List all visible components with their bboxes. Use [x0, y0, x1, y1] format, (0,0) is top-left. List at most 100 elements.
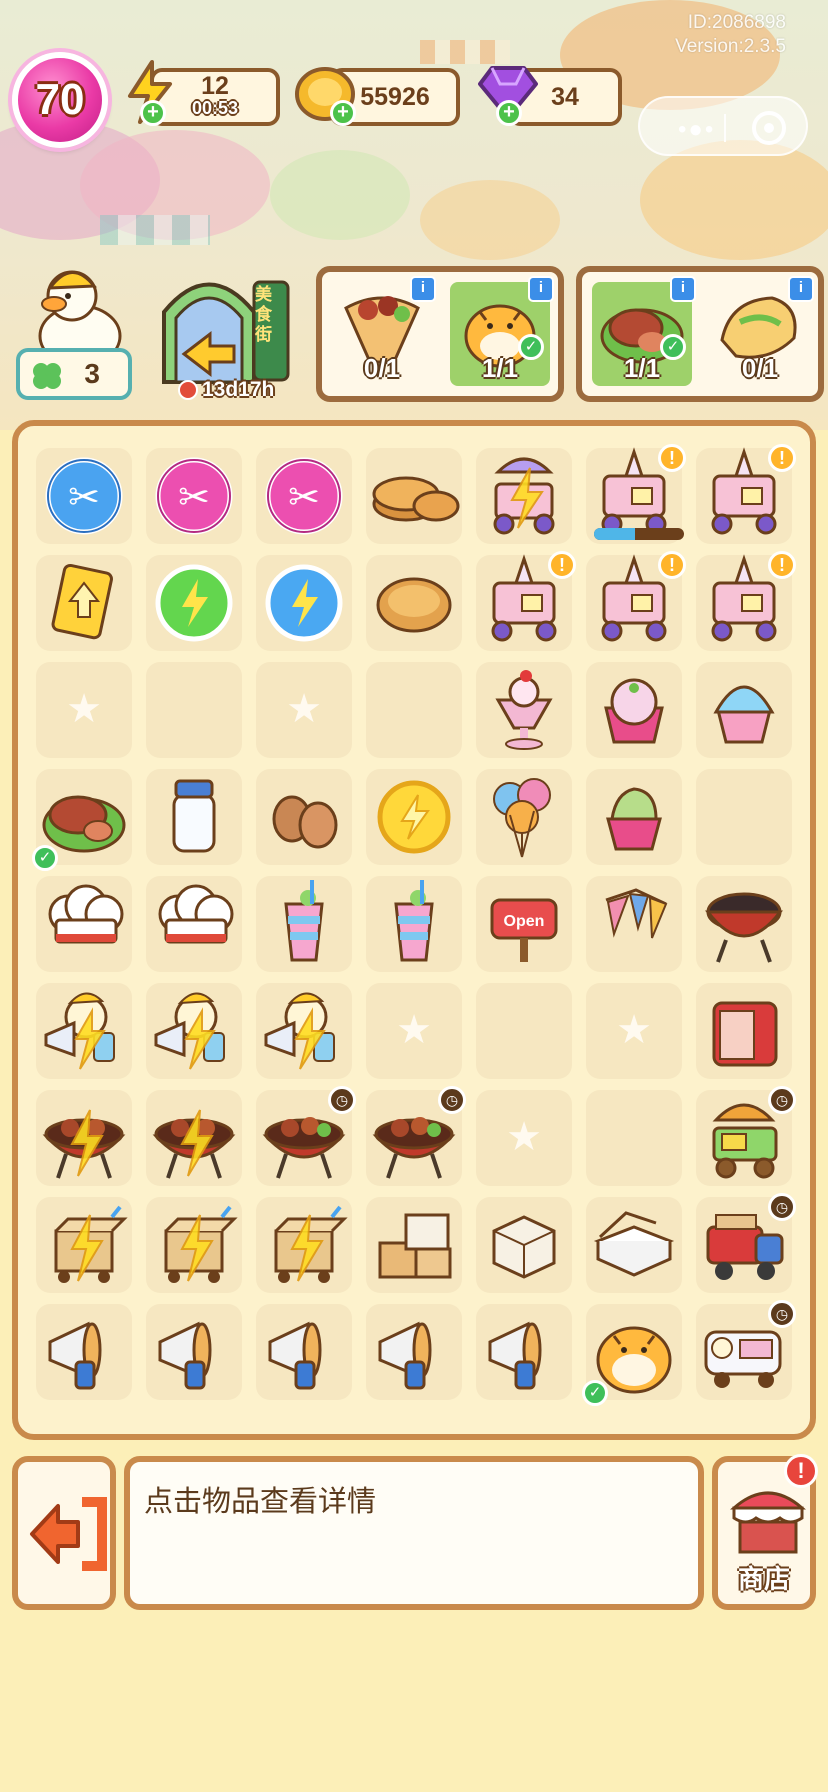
gem-value: 34 — [551, 82, 579, 111]
board-cell[interactable]: ◷ — [696, 1086, 796, 1186]
board-cell[interactable]: ! — [696, 444, 796, 544]
exit-button[interactable] — [12, 1456, 116, 1610]
board-cell[interactable] — [476, 662, 572, 758]
clover-icon — [33, 363, 61, 389]
board-cell[interactable]: ◷ — [366, 1086, 466, 1186]
single-box-icon — [492, 1215, 556, 1279]
board-cell[interactable] — [366, 448, 462, 544]
board-cell[interactable] — [146, 1304, 242, 1400]
board-cell[interactable] — [256, 876, 352, 972]
board-cell[interactable] — [146, 769, 242, 865]
board-cell[interactable] — [256, 983, 352, 1079]
board-cell[interactable]: ! — [696, 551, 796, 651]
board-cell[interactable] — [476, 1304, 572, 1400]
locked-cell[interactable] — [586, 983, 682, 1079]
board-cell[interactable]: ✂ — [256, 448, 352, 544]
event-countdown: 13d17h — [202, 378, 275, 401]
add-gems-button[interactable]: + — [496, 100, 522, 126]
item-info-panel: 点击物品查看详情 — [124, 1456, 704, 1610]
board-cell[interactable] — [586, 1197, 682, 1293]
board-cell[interactable] — [366, 876, 462, 972]
locked-cell[interactable] — [476, 1090, 572, 1186]
board-cell[interactable] — [696, 876, 792, 972]
board-cell[interactable] — [476, 1197, 572, 1293]
box-cart-charged-icon — [164, 1205, 238, 1283]
board-cell[interactable] — [696, 983, 792, 1079]
board-cell[interactable]: ! — [586, 551, 686, 651]
empty-cell[interactable] — [476, 983, 572, 1079]
mini-program-capsule: •●• — [638, 96, 808, 156]
add-coins-button[interactable]: + — [330, 100, 356, 126]
board-cell[interactable]: ◷ — [696, 1193, 796, 1293]
empty-cell[interactable] — [146, 662, 242, 758]
duck-megaphone-charged-icon — [264, 992, 335, 1070]
svg-text:✂: ✂ — [178, 477, 210, 519]
locked-cell[interactable] — [366, 983, 462, 1079]
board-cell[interactable] — [476, 448, 572, 544]
board-cell[interactable] — [146, 1197, 242, 1293]
empty-cell[interactable] — [366, 662, 462, 758]
shop-button[interactable]: ! 商店 — [712, 1454, 818, 1610]
empty-cell[interactable] — [586, 1090, 682, 1186]
board-cell[interactable]: ✂ — [36, 448, 132, 544]
board-cell[interactable] — [586, 662, 682, 758]
order-slot: i ✓ 1/1 — [450, 276, 554, 386]
board-cell[interactable] — [36, 1197, 132, 1293]
more-icon[interactable]: •●• — [678, 116, 715, 144]
board-cell[interactable] — [586, 876, 682, 972]
energy-value: 12 — [201, 72, 229, 100]
board-cell[interactable] — [146, 555, 242, 651]
board-cell[interactable]: ! — [476, 551, 576, 651]
board-cell[interactable]: Open — [476, 876, 572, 972]
blue-scissors-orb-icon: ✂ — [45, 457, 123, 535]
board-cell[interactable] — [256, 1304, 352, 1400]
board-cell[interactable] — [256, 555, 352, 651]
board-cell[interactable] — [146, 1090, 242, 1186]
add-energy-button[interactable]: + — [140, 100, 166, 126]
board-cell[interactable]: ✓ — [32, 769, 132, 871]
clover-counter[interactable]: 3 — [16, 348, 132, 400]
close-target-icon[interactable] — [752, 111, 786, 145]
board-cell[interactable] — [36, 555, 132, 651]
board-cell[interactable] — [36, 1304, 132, 1400]
locked-cell[interactable] — [256, 662, 352, 758]
ready-badge: ! — [658, 551, 686, 579]
order-card-2[interactable]: i ✓ 1/1 i 0/1 — [576, 266, 824, 402]
red-fridge-icon — [712, 1001, 778, 1067]
board-cell[interactable]: ! — [586, 444, 686, 544]
board-cell[interactable] — [36, 983, 132, 1079]
board-cell[interactable] — [696, 662, 792, 758]
locked-cell[interactable] — [36, 662, 132, 758]
board-cell[interactable] — [256, 1197, 352, 1293]
board-cell[interactable] — [586, 769, 682, 865]
green-energy-orb-icon — [155, 564, 233, 642]
info-icon[interactable]: i — [410, 276, 436, 302]
stall-decoration — [420, 180, 560, 260]
energy-timer: 00:53 — [191, 98, 239, 118]
board-cell[interactable] — [366, 1197, 462, 1293]
order-card-1[interactable]: i 0/1 i ✓ 1/1 — [316, 266, 564, 402]
info-icon[interactable]: i — [788, 276, 814, 302]
info-icon[interactable]: i — [528, 276, 554, 302]
parasol-cart-charged-icon — [493, 457, 555, 535]
board-cell[interactable] — [256, 769, 352, 865]
level-badge[interactable]: 70 — [12, 52, 108, 148]
merge-board: ✂ ✂ ✂!!!!! ✓ Open ◷ ◷ ◷ ◷ ✓ ◷ — [12, 420, 816, 1440]
cooldown-clock-icon: ◷ — [768, 1086, 796, 1114]
shop-stall-icon — [730, 1491, 806, 1554]
info-icon[interactable]: i — [670, 276, 696, 302]
board-cell[interactable] — [36, 876, 132, 972]
board-cell[interactable]: ✂ — [146, 448, 242, 544]
chef-hat-icon — [158, 884, 234, 944]
board-cell[interactable] — [366, 769, 462, 865]
board-cell[interactable]: ◷ — [696, 1300, 796, 1400]
empty-cell[interactable] — [696, 769, 792, 865]
board-cell[interactable] — [146, 876, 242, 972]
board-cell[interactable]: ◷ — [256, 1086, 356, 1186]
board-cell[interactable] — [36, 1090, 132, 1186]
board-cell[interactable] — [146, 983, 242, 1079]
board-cell[interactable] — [366, 1304, 462, 1400]
board-cell[interactable] — [366, 555, 462, 651]
board-cell[interactable] — [476, 769, 572, 865]
board-cell[interactable]: ✓ — [582, 1304, 682, 1406]
